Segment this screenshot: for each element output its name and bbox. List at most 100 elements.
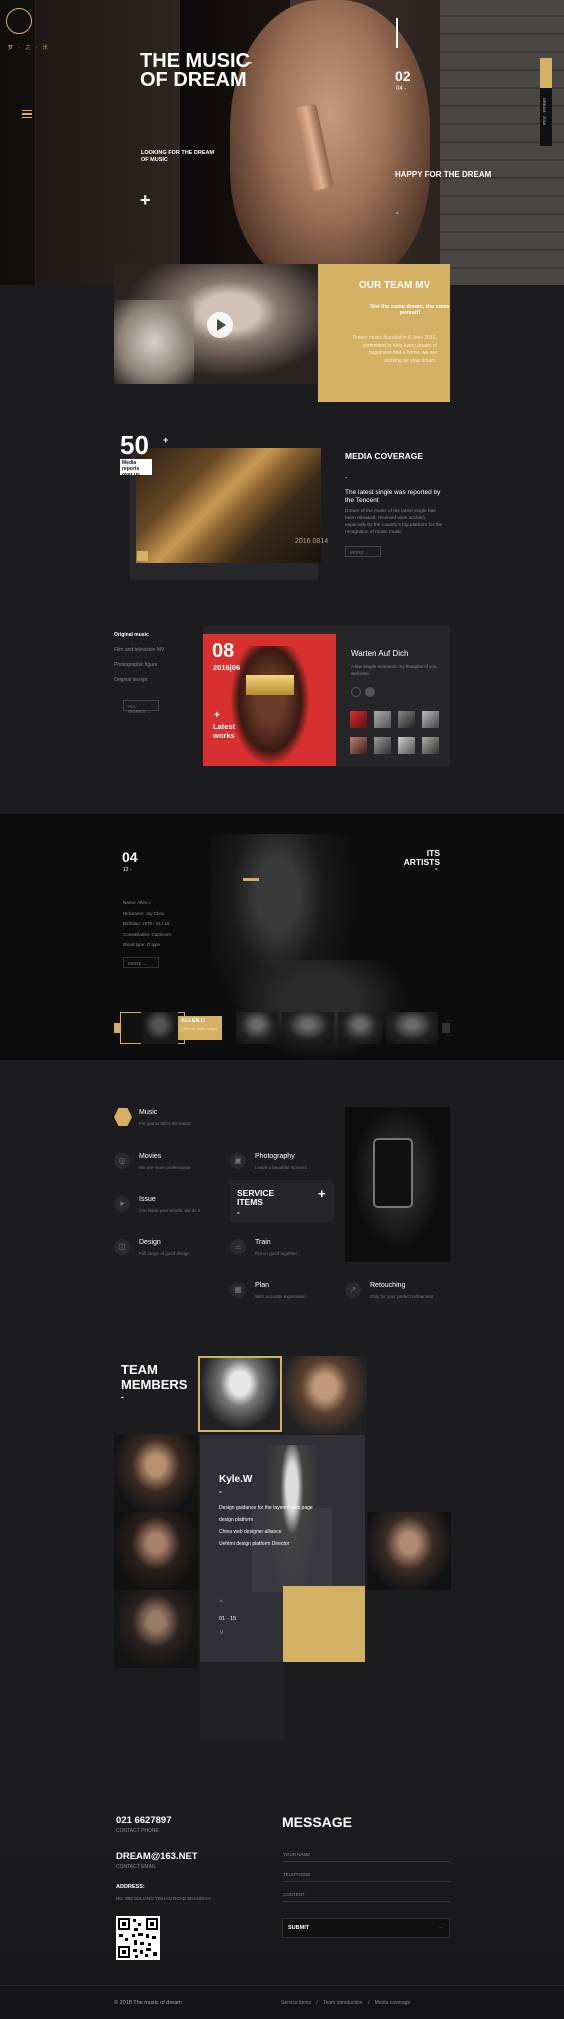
album-thumb[interactable] <box>398 711 415 728</box>
media-more-button[interactable]: MORE → <box>345 546 381 557</box>
service-title[interactable]: Photography <box>255 1153 295 1160</box>
category-item[interactable]: Film and television MV <box>114 647 184 653</box>
media-date: 2016 0814 <box>295 538 329 545</box>
service-title[interactable]: Issue <box>139 1196 156 1203</box>
footer-link-media[interactable]: Media coverage <box>375 2000 411 2006</box>
member-photo[interactable] <box>114 1590 198 1668</box>
name-field[interactable] <box>282 1861 450 1862</box>
camera-icon[interactable]: ▣ <box>230 1153 246 1169</box>
artist-thumb[interactable] <box>386 1012 438 1044</box>
footer-separator: / <box>316 2000 318 2006</box>
content-field[interactable] <box>282 1901 450 1902</box>
artist-info-line: Name: Allen.c <box>123 900 151 905</box>
artist-info: Name: Allen.c Nickname: Jay Chou Birthda… <box>123 898 171 951</box>
contact-email-label: CONTACT EMAIL <box>116 1864 157 1870</box>
send-icon[interactable]: ➤ <box>114 1196 130 1212</box>
service-title[interactable]: Music <box>139 1109 157 1116</box>
member-name-dash: - <box>219 1487 222 1496</box>
side-tab-active[interactable] <box>540 58 552 88</box>
album-thumb[interactable] <box>350 737 367 754</box>
category-item[interactable]: Photographic figure <box>114 662 184 668</box>
prev-arrow-icon[interactable] <box>351 686 361 697</box>
name-field-label[interactable]: YOUR NAME <box>283 1852 310 1857</box>
content-field-label[interactable]: CONTENT <box>283 1892 305 1897</box>
plus-icon[interactable]: + <box>140 190 151 211</box>
chevron-down-icon[interactable]: v <box>220 1630 223 1636</box>
next-arrow-icon[interactable] <box>442 1023 450 1033</box>
member-photo[interactable] <box>114 1512 198 1590</box>
service-title[interactable]: Train <box>255 1239 271 1246</box>
play-icon[interactable] <box>207 312 233 338</box>
telephone-field-label[interactable]: TELEPHONE <box>283 1872 310 1877</box>
plus-icon[interactable]: + <box>318 1186 326 1201</box>
retouch-icon[interactable]: ↗ <box>345 1282 361 1298</box>
contact-email[interactable]: DREAM@163.NET <box>116 1851 198 1862</box>
hero-title: THE MUSIC OF DREAM <box>140 50 250 91</box>
service-title[interactable]: Plan <box>255 1282 269 1289</box>
logo-icon[interactable] <box>6 8 32 34</box>
artist-thumb[interactable] <box>236 1012 278 1044</box>
calendar-icon[interactable]: ▦ <box>230 1282 246 1298</box>
menu-icon[interactable] <box>22 110 32 118</box>
arrow-right-icon: → <box>438 1924 444 1930</box>
address-text: NO. 888 SULIANG YISHAN ROAD SHANGHAI <box>116 1896 211 1901</box>
media-title: MEDIA COVERAGE <box>345 451 424 461</box>
hero-tagline-dash: - <box>396 208 399 217</box>
footer-link-team[interactable]: Team introduction <box>323 2000 362 2006</box>
chevron-up-icon[interactable]: ^ <box>220 1600 223 1606</box>
media-arrow-button[interactable] <box>137 551 148 561</box>
member-photo[interactable] <box>114 1434 198 1512</box>
team-mv-headline: Not the same dream, the same pursuit! <box>370 304 450 316</box>
media-image[interactable] <box>136 448 321 563</box>
hero-dash: - <box>248 55 252 69</box>
plus-icon[interactable]: + <box>214 710 220 721</box>
member-bio-line: China web designer alliance <box>219 1529 282 1535</box>
category-item[interactable]: Original design <box>114 677 184 683</box>
album-thumb[interactable] <box>422 711 439 728</box>
member-photo-active[interactable] <box>198 1356 282 1432</box>
footer-copyright: © 2018 The music of dream <box>114 2000 182 2006</box>
artist-active-sub: Chinese male singer <box>181 1026 218 1031</box>
media-count-plus: + <box>163 435 169 445</box>
contact-phone[interactable]: 021 6627897 <box>116 1815 171 1826</box>
album-thumb[interactable] <box>398 737 415 754</box>
footer-link-service[interactable]: Service items <box>281 2000 311 2006</box>
cup-icon[interactable]: ◫ <box>114 1239 130 1255</box>
team-empty-cell <box>200 1662 284 1740</box>
message-title: MESSAGE <box>282 1814 353 1830</box>
album-thumb[interactable] <box>350 711 367 728</box>
artist-thumb[interactable] <box>282 1012 334 1044</box>
artist-thumb[interactable] <box>141 1012 178 1044</box>
film-icon[interactable]: ◎ <box>114 1153 130 1169</box>
hat-icon[interactable]: ⌓ <box>230 1239 246 1255</box>
side-tab-label: DREAM · 2018 <box>542 98 547 125</box>
hero-tagline: HAPPY FOR THE DREAM <box>395 170 492 179</box>
album-thumb[interactable] <box>374 711 391 728</box>
artist-more-button[interactable]: MORE → <box>123 957 159 968</box>
service-title[interactable]: Design <box>139 1239 161 1246</box>
telephone-field[interactable] <box>282 1881 450 1882</box>
service-title[interactable]: Retouching <box>370 1282 405 1289</box>
all-works-button[interactable]: ALL WORKS → <box>123 700 159 714</box>
artist-gold-accent <box>243 878 259 881</box>
artist-thumb[interactable] <box>338 1012 382 1044</box>
next-arrow-icon[interactable] <box>365 686 375 697</box>
artist-portrait-body <box>230 960 410 1060</box>
member-photo[interactable] <box>367 1512 451 1590</box>
artist-number: 04 <box>122 849 138 865</box>
service-desc: Full range of good design <box>139 1251 190 1256</box>
hero-subtitle: LOOKING FOR THE DREAM OF MUSIC <box>141 150 215 163</box>
service-title[interactable]: Movies <box>139 1153 161 1160</box>
media-headline: The latest single was reported by the Te… <box>345 489 441 504</box>
logo-text: 梦 · 之 · 乐 <box>8 45 50 51</box>
submit-label: SUBMIT <box>288 1925 310 1931</box>
member-photo[interactable] <box>283 1356 367 1434</box>
slide-number: 02 <box>395 68 411 84</box>
album-thumb[interactable] <box>374 737 391 754</box>
footer-links: Service items / Team introduction / Medi… <box>281 2000 414 2006</box>
category-item[interactable]: Original music <box>114 632 184 638</box>
service-desc: Only for your perfect refinement <box>370 1294 434 1299</box>
album-thumb[interactable] <box>422 737 439 754</box>
slide-divider <box>396 18 398 48</box>
music-note-icon[interactable] <box>114 1108 132 1126</box>
